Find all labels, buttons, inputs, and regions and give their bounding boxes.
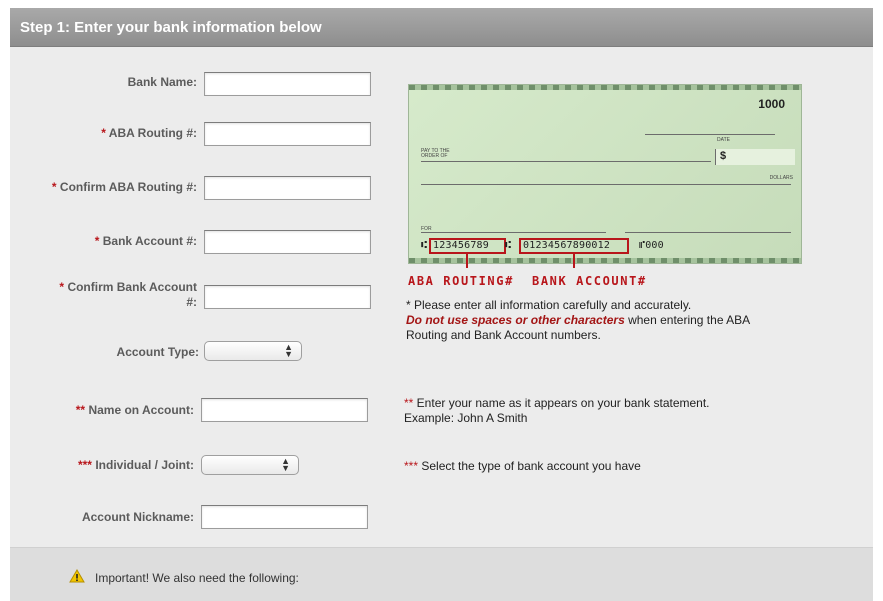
bank-account-row: * Bank Account #: <box>10 230 382 260</box>
bank-account-label: * Bank Account #: <box>94 234 197 248</box>
check-payto-line <box>421 161 711 162</box>
account-legend: BANK ACCOUNT# <box>532 274 647 288</box>
micr-separator: ⑆ <box>505 240 512 251</box>
micr-check-number: ⑈000 <box>639 240 664 251</box>
account-type-label: Account Type: <box>116 345 199 359</box>
check-date-line <box>645 134 775 135</box>
confirm-bank-account-input[interactable] <box>204 285 371 309</box>
check-dollar-sign: $ <box>720 150 727 162</box>
bank-name-row: Bank Name: <box>10 72 382 102</box>
account-type-row: Account Type: ▲ ▼ <box>10 341 382 371</box>
caution-line1: * Please enter all information carefully… <box>406 298 692 312</box>
micr-account-number: 01234567890012 <box>523 240 611 251</box>
bank-account-input[interactable] <box>204 230 371 254</box>
aba-routing-label: * ABA Routing #: <box>101 126 197 140</box>
name-on-account-input[interactable] <box>201 398 368 422</box>
name-on-account-row: ** Name on Account: <box>10 398 382 428</box>
confirm-aba-routing-row: * Confirm ABA Routing #: <box>10 176 382 206</box>
chevron-up-down-icon: ▲ ▼ <box>281 456 290 473</box>
routing-pointer-line <box>466 254 468 268</box>
confirm-bank-account-label: * Confirm Bank Account #: <box>59 280 197 309</box>
individual-joint-select[interactable]: ▲ ▼ <box>201 455 299 475</box>
account-type-select[interactable]: ▲ ▼ <box>204 341 302 361</box>
confirm-bank-account-row: * Confirm Bank Account #: <box>10 280 382 316</box>
section-title: Step 1: Enter your bank information belo… <box>20 19 322 36</box>
micr-routing-number: 123456789 <box>433 240 489 251</box>
caution-emphasis: Do not use spaces or other characters <box>406 313 625 327</box>
name-on-account-label: ** Name on Account: <box>75 403 194 417</box>
caution-line3: Routing and Bank Account numbers. <box>406 328 601 342</box>
micr-prefix: ⑆ <box>421 240 428 251</box>
check-date-label: DATE <box>717 137 730 143</box>
important-banner: Important! We also need the following: <box>10 547 873 601</box>
important-text: Important! We also need the following: <box>95 571 299 585</box>
aba-routing-row: * ABA Routing #: <box>10 122 382 152</box>
account-pointer-line <box>573 254 575 268</box>
check-background: 1000 DATE PAY TO THE ORDER OF $ DOLLARS … <box>409 85 801 263</box>
warning-icon <box>69 569 85 583</box>
confirm-aba-routing-label: * Confirm ABA Routing #: <box>51 180 197 194</box>
check-amount-box: $ <box>715 149 795 165</box>
check-dollars-line <box>421 184 791 185</box>
bank-info-form: Step 1: Enter your bank information belo… <box>10 8 873 601</box>
caution-note: * Please enter all information carefully… <box>406 298 836 343</box>
account-nickname-input[interactable] <box>201 505 368 529</box>
sample-check-image: 1000 DATE PAY TO THE ORDER OF $ DOLLARS … <box>408 84 802 268</box>
check-signature-line <box>625 232 791 233</box>
section-header: Step 1: Enter your bank information belo… <box>10 8 873 47</box>
check-top-border <box>409 85 801 90</box>
bank-name-input[interactable] <box>204 72 371 96</box>
individual-joint-row: *** Individual / Joint: ▲ ▼ <box>10 455 382 485</box>
account-nickname-label: Account Nickname: <box>81 510 194 524</box>
bank-name-label: Bank Name: <box>127 75 197 89</box>
check-memo-line <box>421 232 606 233</box>
individual-joint-label: *** Individual / Joint: <box>77 458 194 472</box>
individual-joint-note: *** Select the type of bank account you … <box>404 459 641 473</box>
check-payto-label: PAY TO THE ORDER OF <box>421 148 450 159</box>
routing-legend: ABA ROUTING# <box>408 274 514 288</box>
account-nickname-row: Account Nickname: <box>10 505 382 535</box>
check-number: 1000 <box>758 97 785 111</box>
caution-rest: when entering the ABA <box>624 313 751 327</box>
chevron-up-down-icon: ▲ ▼ <box>284 342 293 359</box>
confirm-aba-routing-input[interactable] <box>204 176 371 200</box>
name-on-account-note: ** Enter your name as it appears on your… <box>404 396 710 425</box>
check-dollars-label: DOLLARS <box>769 175 793 181</box>
aba-routing-input[interactable] <box>204 122 371 146</box>
